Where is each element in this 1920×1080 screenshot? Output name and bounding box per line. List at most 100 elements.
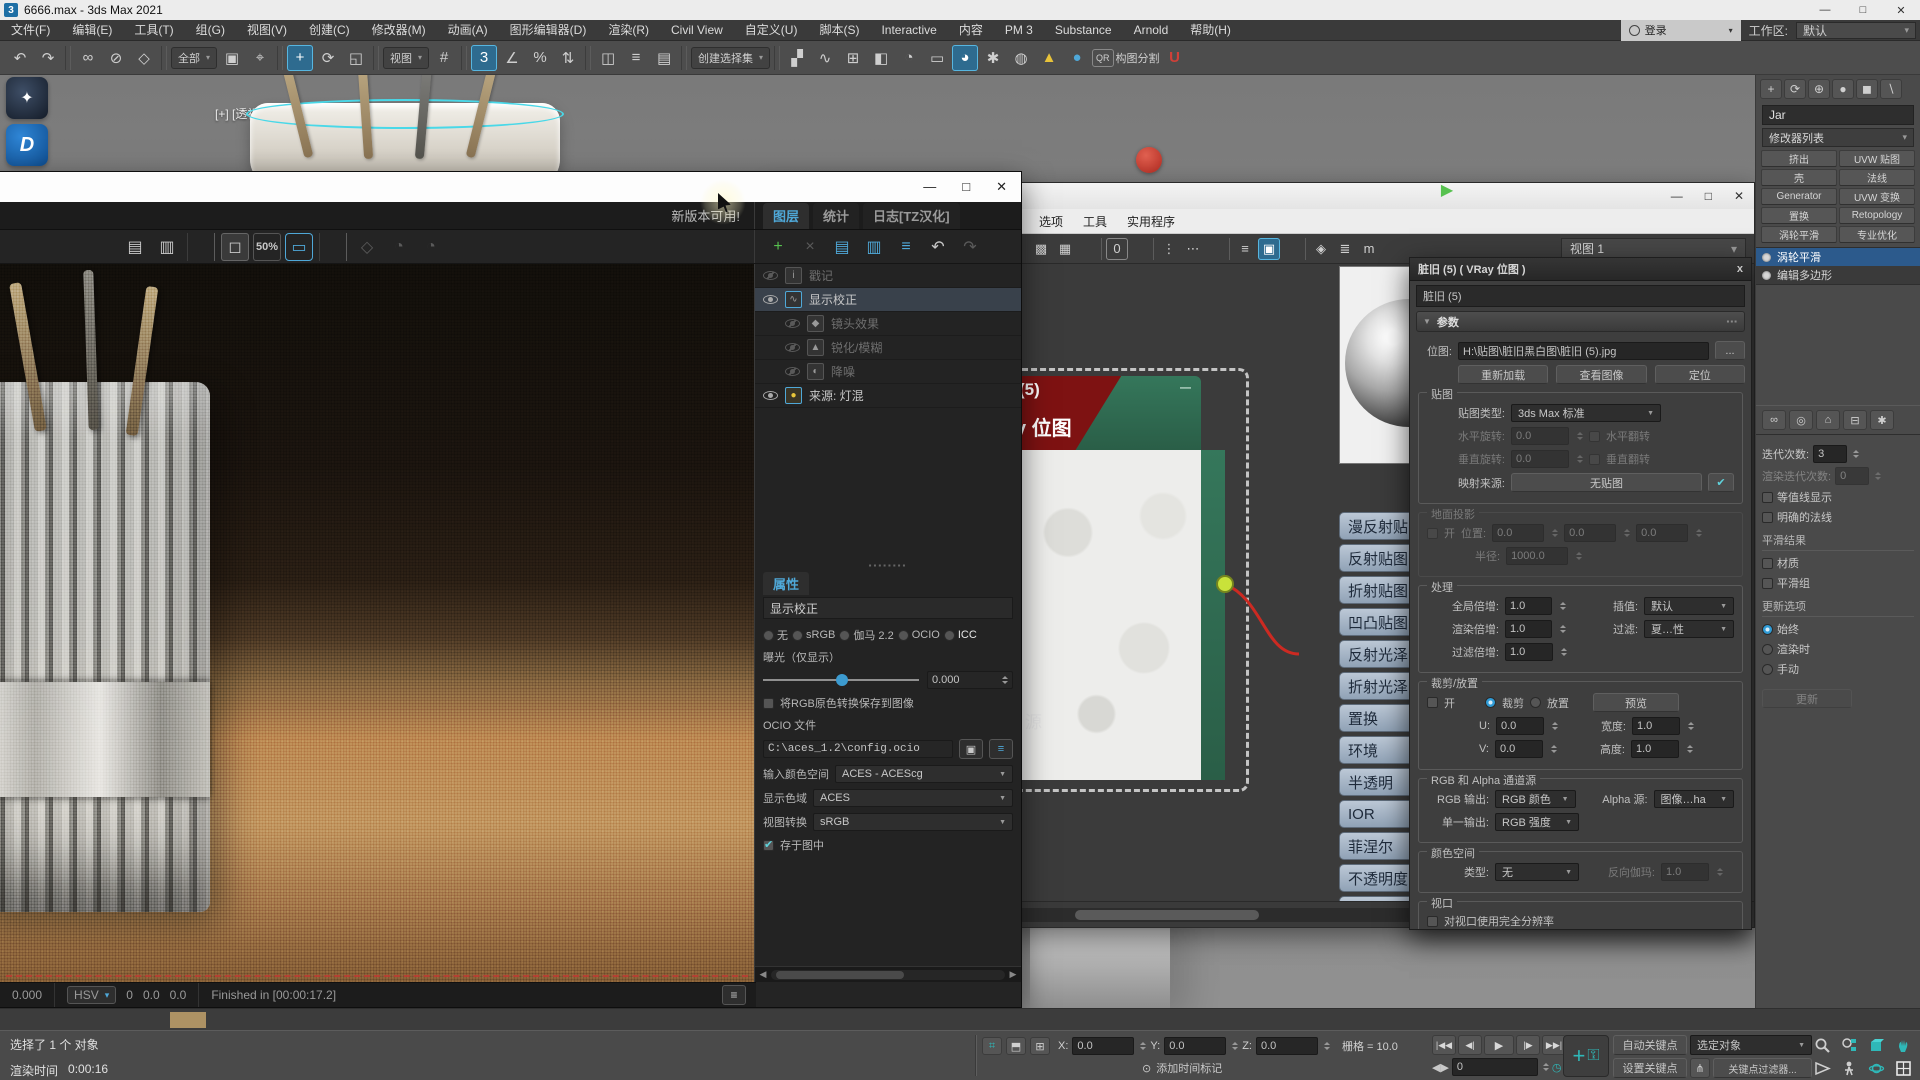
- sep-smoothgroup-checkbox[interactable]: [1762, 578, 1773, 589]
- modifier-button[interactable]: 挤出: [1761, 150, 1837, 167]
- layout-v-icon[interactable]: ⋮: [1158, 238, 1180, 260]
- slate-menu-item[interactable]: 实用程序: [1117, 213, 1185, 230]
- orbit-icon[interactable]: [1863, 1057, 1889, 1079]
- reference-coordinate-dropdown[interactable]: 视图: [383, 47, 429, 69]
- vfb-tool-icon[interactable]: [319, 233, 347, 261]
- modifier-stack-row[interactable]: 编辑多边形: [1756, 266, 1920, 284]
- layer-undo-icon[interactable]: ↶: [924, 233, 952, 261]
- stack-icon[interactable]: ≣: [1334, 238, 1356, 260]
- vfb-tool-icon[interactable]: [187, 233, 215, 261]
- minimize-button[interactable]: —: [1806, 4, 1844, 17]
- vfb-layer-row[interactable]: ● 来源: 灯混: [755, 384, 1021, 408]
- sphere-icon[interactable]: ●: [1064, 45, 1090, 71]
- visibility-eye-icon[interactable]: [785, 343, 800, 352]
- vfb-layer-row[interactable]: ▲ 锐化/模糊: [755, 336, 1021, 360]
- pin-stack-icon[interactable]: ∞: [1762, 410, 1786, 430]
- vfb-layer-row[interactable]: i 戳记: [755, 264, 1021, 288]
- clear-image-icon[interactable]: ▥: [153, 233, 181, 261]
- zoom-icon[interactable]: [1809, 1034, 1835, 1056]
- teapot-icon[interactable]: ◔: [385, 233, 413, 261]
- slate-tool-icon[interactable]: [1284, 238, 1306, 260]
- field-of-view-icon[interactable]: [1809, 1057, 1835, 1079]
- toolbar-icon[interactable]: [461, 46, 467, 70]
- select-object-icon[interactable]: ▣: [219, 45, 245, 71]
- modifier-button[interactable]: 置换: [1761, 207, 1837, 224]
- stereo-icon[interactable]: ◇: [353, 233, 381, 261]
- redo-icon[interactable]: ↷: [35, 45, 61, 71]
- spinner-snap-icon[interactable]: ⇅: [555, 45, 581, 71]
- create-tab-icon[interactable]: +: [1760, 79, 1782, 99]
- make-unique-icon[interactable]: ⌂: [1816, 410, 1840, 430]
- key-steps-icon[interactable]: ⋔: [1690, 1058, 1710, 1078]
- scale-tool-icon[interactable]: ◱: [343, 45, 369, 71]
- toolbar-icon[interactable]: [161, 46, 167, 70]
- node-collapse-icon[interactable]: —: [1180, 382, 1191, 394]
- interp-dropdown[interactable]: 默认: [1644, 597, 1734, 615]
- desktop-hand-icon[interactable]: ✦: [6, 77, 48, 119]
- visibility-eye-icon[interactable]: [763, 391, 778, 400]
- slate-minimize-button[interactable]: —: [1671, 189, 1683, 203]
- slate-menu-item[interactable]: 选项: [1029, 213, 1073, 230]
- layer-name-field[interactable]: 显示校正: [763, 597, 1013, 619]
- bulb-icon[interactable]: [1762, 271, 1771, 280]
- slate-menu-item[interactable]: 工具: [1073, 213, 1117, 230]
- maximize-button[interactable]: □: [1844, 4, 1882, 17]
- tool-icon[interactable]: ✱: [980, 45, 1006, 71]
- bulb-icon[interactable]: [1762, 253, 1771, 262]
- visibility-eye-icon[interactable]: [763, 271, 778, 280]
- menu-item[interactable]: Arnold: [1123, 23, 1180, 37]
- uv-tool-icon[interactable]: U: [1162, 45, 1188, 71]
- save-rgb-checkbox[interactable]: [763, 698, 774, 709]
- load-layers-icon[interactable]: ▥: [860, 233, 888, 261]
- slate-tool-icon[interactable]: [1132, 238, 1154, 260]
- add-layer-icon[interactable]: +: [764, 233, 792, 261]
- isoline-checkbox[interactable]: [1762, 492, 1773, 503]
- crop-radio[interactable]: [1485, 697, 1496, 708]
- display-tab-icon[interactable]: ◼: [1856, 79, 1878, 99]
- manual-radio[interactable]: [1762, 664, 1773, 675]
- vfb-layer-row[interactable]: ◐ 降噪: [755, 360, 1021, 384]
- curve-editor-icon[interactable]: ∿: [812, 45, 838, 71]
- color-mode-dropdown[interactable]: HSV: [67, 986, 116, 1004]
- update-button[interactable]: 更新: [1762, 689, 1852, 708]
- snap-3d-icon[interactable]: 3: [471, 45, 497, 71]
- viewport-fullres-checkbox[interactable]: [1427, 916, 1438, 927]
- vfb-tab[interactable]: 统计: [813, 203, 859, 229]
- output-socket[interactable]: [1216, 575, 1234, 593]
- h-flip-checkbox[interactable]: [1589, 431, 1600, 442]
- modifier-button[interactable]: UVW 变换: [1839, 188, 1915, 205]
- time-config-icon[interactable]: ◷: [1552, 1061, 1562, 1074]
- next-frame-button[interactable]: |▶: [1516, 1035, 1540, 1055]
- vfb-titlebar[interactable]: — □ ✕: [0, 172, 1021, 202]
- alpha-source-dropdown[interactable]: 图像…ha: [1654, 790, 1735, 808]
- menu-item[interactable]: Substance: [1044, 23, 1123, 37]
- vfb-tab[interactable]: 日志[TZ汉化]: [863, 203, 960, 229]
- menu-item[interactable]: Interactive: [870, 23, 947, 37]
- schematic-view-icon[interactable]: ⊞: [840, 45, 866, 71]
- ribbon-icon[interactable]: ▞: [784, 45, 810, 71]
- mapping-check-button[interactable]: ✔: [1708, 473, 1734, 492]
- modifier-list-dropdown[interactable]: 修改器列表: [1762, 128, 1914, 147]
- save-layers-icon[interactable]: ▤: [828, 233, 856, 261]
- teapot-outline-icon[interactable]: ◔: [417, 233, 445, 261]
- menu-item[interactable]: 视图(V): [236, 23, 298, 37]
- render-mult-field[interactable]: 1.0: [1505, 620, 1552, 638]
- menu-item[interactable]: 帮助(H): [1179, 23, 1242, 37]
- play-button[interactable]: ▶: [1484, 1035, 1514, 1055]
- isolate-selection-icon[interactable]: ⌗: [982, 1037, 1002, 1055]
- toolbar-icon[interactable]: [373, 46, 379, 70]
- desktop-app-icon[interactable]: D: [6, 124, 48, 166]
- close-button[interactable]: ✕: [1882, 4, 1920, 17]
- modifier-button[interactable]: Retopology: [1839, 207, 1915, 224]
- stored-in-image-checkbox[interactable]: [763, 840, 774, 851]
- qr-icon[interactable]: QR: [1092, 49, 1114, 67]
- selection-lock-icon[interactable]: ⬒: [1006, 1037, 1026, 1055]
- toolbar-icon[interactable]: [774, 46, 780, 70]
- panel-splitter[interactable]: ▪▪▪▪▪▪▪▪: [755, 558, 1021, 572]
- previous-frame-button[interactable]: ◀|: [1458, 1035, 1482, 1055]
- toolbar-icon[interactable]: [585, 46, 591, 70]
- visibility-eye-icon[interactable]: [763, 295, 778, 304]
- utilities-tab-icon[interactable]: ∖: [1880, 79, 1902, 99]
- map-type-dropdown[interactable]: 3ds Max 标准: [1511, 404, 1661, 422]
- x-coordinate-field[interactable]: 0.0: [1072, 1037, 1134, 1055]
